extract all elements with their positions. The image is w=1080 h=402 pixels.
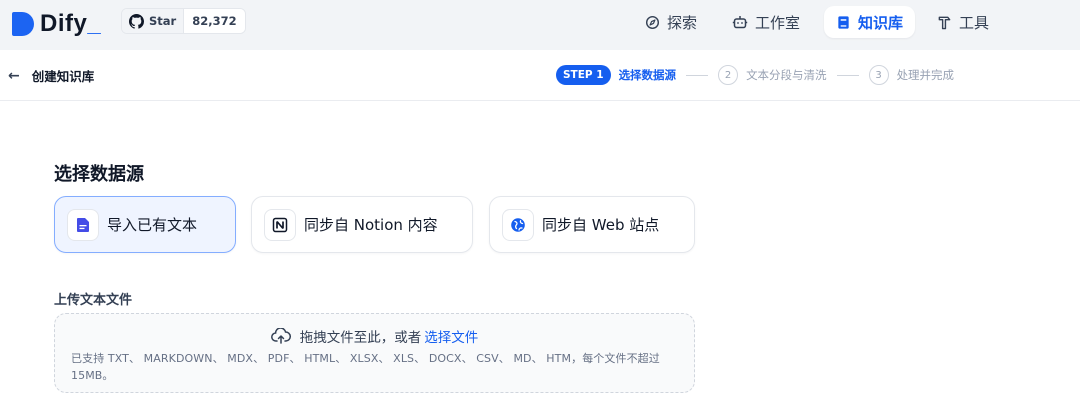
dify-logo[interactable]: Dify _ [12, 9, 101, 39]
nav-studio[interactable]: 工作室 [720, 6, 812, 38]
supported-formats-hint: 已支持 TXT、 MARKDOWN、 MDX、 PDF、 HTML、 XLSX、… [71, 352, 660, 382]
source-card-web-label: 同步自 Web 站点 [542, 216, 660, 234]
github-icon [129, 13, 144, 29]
nav-knowledge[interactable]: 知识库 [824, 6, 916, 38]
step-1-badge: STEP 1 [556, 65, 611, 85]
dropzone-prompt: 拖拽文件至此，或者 [299, 330, 422, 346]
source-card-notion-label: 同步自 Notion 内容 [304, 216, 438, 234]
step-2-number: 2 [718, 65, 739, 85]
file-dropzone[interactable]: 拖拽文件至此，或者 选择文件 已支持 TXT、 MARKDOWN、 MDX、 P… [54, 313, 695, 393]
compass-icon [645, 15, 660, 29]
brand-underscore: _ [87, 10, 101, 37]
create-dataset-header: ← 创建知识库 STEP 1 选择数据源 2 文本分段与清洗 3 处理并完成 [0, 50, 1080, 101]
github-star-count: 82,372 [183, 9, 245, 33]
cloud-upload-icon [270, 328, 291, 344]
source-card-file[interactable]: 导入已有文本 [54, 196, 236, 253]
notion-icon [264, 208, 296, 241]
step-1-label: 选择数据源 [618, 68, 677, 82]
dify-logo-mark [12, 10, 34, 38]
nav-tools[interactable]: 工具 [925, 6, 1001, 38]
book-icon [838, 15, 849, 29]
step-2-label: 文本分段与清洗 [746, 68, 827, 82]
robot-icon [732, 16, 748, 29]
nav-studio-label: 工作室 [755, 13, 801, 32]
step-3-label: 处理并完成 [896, 68, 955, 82]
github-star-label: Star [149, 14, 177, 28]
step-3-number: 3 [868, 65, 889, 85]
page-title: 选择数据源 [54, 164, 144, 185]
hammer-icon [938, 16, 951, 29]
brand-name: Dify [40, 10, 88, 37]
nav-tools-label: 工具 [959, 13, 990, 32]
arrow-left-icon: ← [8, 67, 20, 84]
back-label: 创建知识库 [31, 69, 95, 84]
source-card-web[interactable]: 同步自 Web 站点 [489, 196, 695, 253]
top-navbar: Dify _ Star 82,372 探索 工作室 知识库 工具 [0, 0, 1080, 50]
file-text-icon [67, 208, 99, 241]
globe-icon [502, 208, 534, 241]
step-divider [686, 74, 709, 76]
source-card-notion[interactable]: 同步自 Notion 内容 [251, 196, 473, 253]
nav-knowledge-label: 知识库 [858, 13, 904, 32]
stepper: STEP 1 选择数据源 2 文本分段与清洗 3 处理并完成 [556, 64, 954, 86]
nav-explore[interactable]: 探索 [633, 6, 709, 38]
github-star-button[interactable]: Star 82,372 [121, 8, 246, 34]
back-button[interactable]: ← 创建知识库 [8, 66, 94, 85]
select-file-link[interactable]: 选择文件 [424, 326, 478, 346]
upload-section-title: 上传文本文件 [54, 293, 133, 308]
source-card-file-label: 导入已有文本 [107, 216, 198, 234]
step-divider [836, 74, 859, 76]
nav-explore-label: 探索 [667, 13, 698, 32]
